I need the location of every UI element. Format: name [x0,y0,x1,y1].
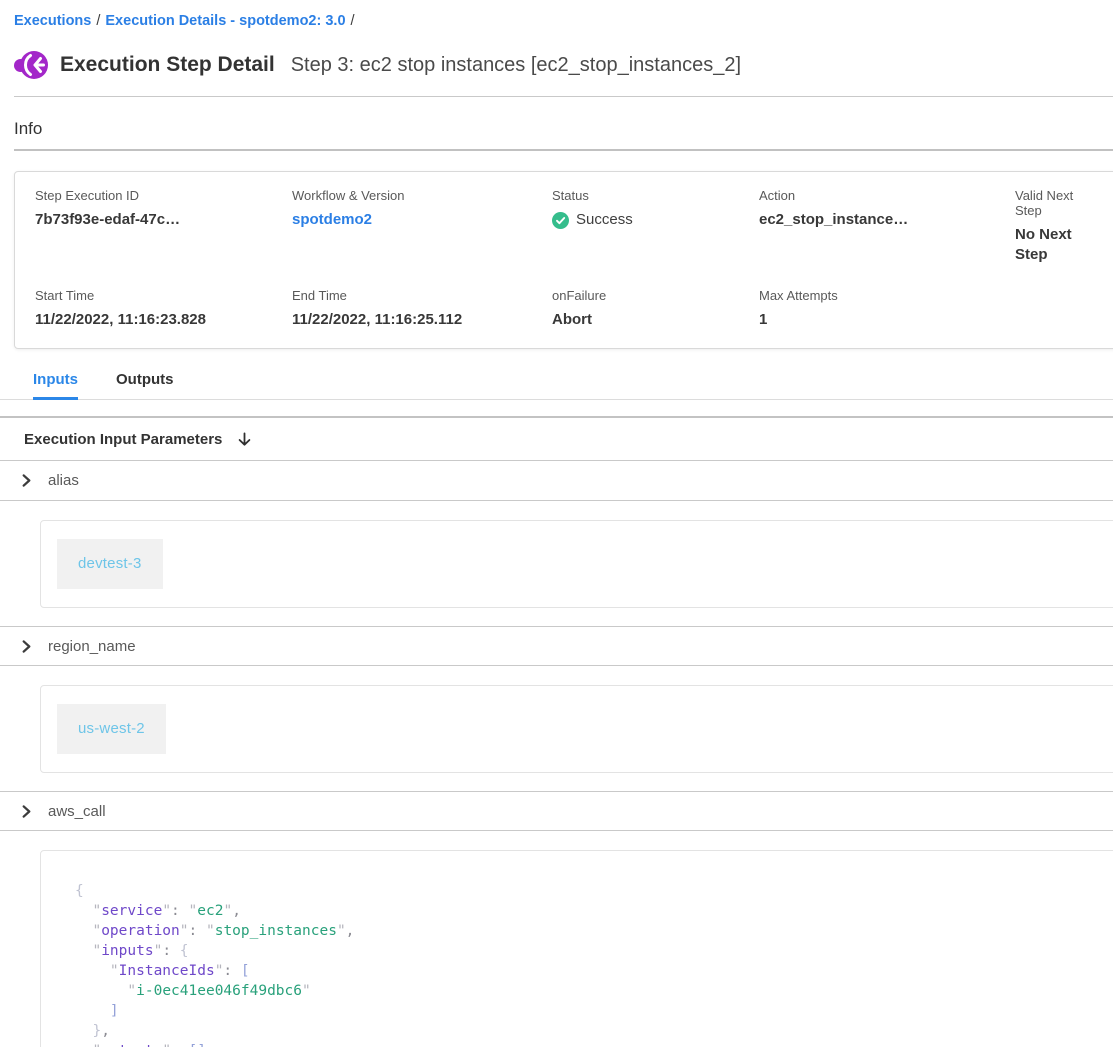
region-chip: us-west-2 [57,704,166,754]
status-text: Success [576,210,633,230]
download-arrow-icon[interactable] [236,431,253,448]
section-name: aws_call [48,803,106,820]
field-end-time: End Time 11/22/2022, 11:16:25.112 [292,288,552,330]
section-aws-call: aws_call { "service": "ec2", "operation"… [0,791,1113,1047]
tab-inputs[interactable]: Inputs [33,371,78,400]
section-aws-call-header[interactable]: aws_call [0,791,1113,831]
section-region-name: region_name us-west-2 [0,626,1113,791]
tab-outputs[interactable]: Outputs [116,371,174,400]
header-divider [14,96,1113,97]
json-code-block: { "service": "ec2", "operation": "stop_i… [75,881,1104,1047]
alias-value-box: devtest-3 [40,520,1113,608]
success-check-icon [552,212,569,229]
info-heading: Info [14,119,1113,139]
field-workflow-version: Workflow & Version spotdemo2 [292,188,552,265]
chevron-right-icon [20,640,33,653]
page-subtitle: Step 3: ec2 stop instances [ec2_stop_ins… [291,54,741,77]
breadcrumb-separator: / [351,13,355,29]
chevron-right-icon [20,474,33,487]
field-start-time: Start Time 11/22/2022, 11:16:23.828 [35,288,292,330]
page-title: Execution Step Detail [60,53,275,77]
section-name: region_name [48,638,136,655]
breadcrumb-link-executions[interactable]: Executions [14,13,91,29]
field-onfailure: onFailure Abort [552,288,759,330]
field-action: Action ec2_stop_instance… [759,188,1015,265]
params-header: Execution Input Parameters [0,418,1113,461]
breadcrumb-link-execution-details[interactable]: Execution Details - spotdemo2: 3.0 [105,13,345,29]
alias-chip: devtest-3 [57,539,163,589]
section-aws-call-content: { "service": "ec2", "operation": "stop_i… [0,831,1113,1047]
field-status: Status Success [552,188,759,265]
info-divider [14,149,1113,151]
section-alias-content: devtest-3 [0,501,1113,626]
page-header: Execution Step Detail Step 3: ec2 stop i… [14,45,1113,85]
section-alias-header[interactable]: alias [0,461,1113,501]
region-value-box: us-west-2 [40,685,1113,773]
chevron-right-icon [20,805,33,818]
section-name: alias [48,472,79,489]
breadcrumb: Executions / Execution Details - spotdemo2… [0,10,1113,32]
section-region-name-header[interactable]: region_name [0,626,1113,666]
field-step-execution-id: Step Execution ID 7b73f93e-edaf-47c… [35,188,292,265]
params-title: Execution Input Parameters [24,431,222,448]
workflow-link[interactable]: spotdemo2 [292,210,552,230]
section-alias: alias devtest-3 [0,461,1113,626]
field-valid-next-step: Valid Next Step No Next Step [1015,188,1100,265]
execution-step-detail-page: Executions / Execution Details - spotdemo2… [0,0,1113,1047]
info-card: Step Execution ID 7b73f93e-edaf-47c… Wor… [14,171,1113,349]
tab-bar: Inputs Outputs [0,371,1113,400]
section-region-name-content: us-west-2 [0,666,1113,791]
aws-call-code-box: { "service": "ec2", "operation": "stop_i… [40,850,1113,1047]
breadcrumb-separator: / [96,13,100,29]
field-max-attempts: Max Attempts 1 [759,288,1015,330]
workflow-logo-icon [14,48,48,82]
